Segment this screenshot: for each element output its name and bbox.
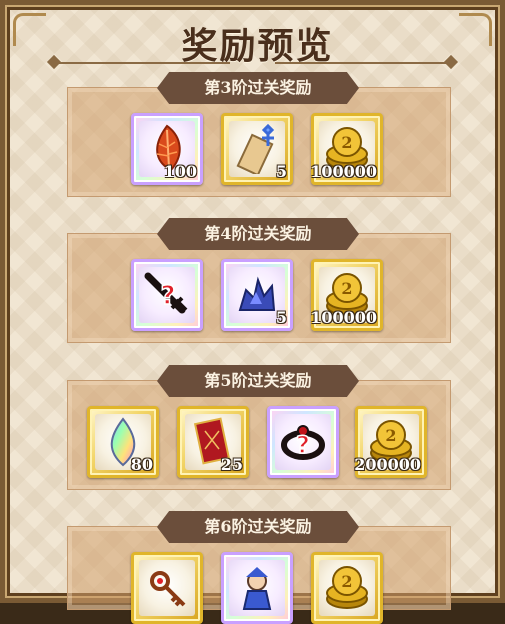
reward-item[interactable]: 100 — [131, 113, 203, 185]
mystery-sword-icon: ? — [144, 272, 188, 314]
reward-item[interactable]: 5 — [221, 113, 293, 185]
svg-text:?: ? — [296, 431, 310, 459]
scroll-ticket-icon — [236, 124, 275, 174]
reward-item[interactable]: 2 100000 — [310, 113, 383, 185]
mystery-ring-icon: ? — [281, 425, 325, 460]
item-quantity: 100000 — [310, 308, 377, 327]
reward-item[interactable]: 25 — [177, 406, 249, 478]
reward-preview-panel: 奖励预览 第3阶过关奖励 100 5 2 100000 第4阶过关奖励 ? 5 … — [0, 0, 505, 624]
section-banner-6: 第6阶过关奖励 — [157, 511, 359, 543]
reward-item[interactable] — [131, 552, 203, 624]
gold-coin-icon: 2 — [326, 566, 368, 609]
section-banner-4: 第4阶过关奖励 — [157, 218, 359, 250]
svg-text:2: 2 — [341, 133, 352, 152]
reward-item[interactable]: 2 100000 — [310, 259, 383, 331]
item-quantity: 5 — [275, 308, 287, 327]
reward-item[interactable]: 2 — [311, 552, 383, 624]
item-quantity: 100000 — [310, 162, 377, 181]
section-banner-5: 第5阶过关奖励 — [157, 365, 359, 397]
reward-item[interactable]: 80 — [87, 406, 159, 478]
title-flourish-left — [55, 62, 230, 64]
item-quantity: 80 — [130, 455, 153, 474]
item-quantity: 200000 — [354, 455, 421, 474]
reward-item[interactable]: 5 — [221, 259, 293, 331]
reward-item[interactable]: 2 200000 — [354, 406, 427, 478]
title-flourish-right — [275, 62, 450, 64]
blue-dragon-icon — [238, 276, 276, 311]
svg-text:?: ? — [160, 281, 175, 311]
section-banner-3: 第3阶过关奖励 — [157, 72, 359, 104]
item-quantity: 25 — [220, 455, 243, 474]
key-staff-icon — [150, 571, 186, 607]
reward-item[interactable]: ? — [267, 406, 339, 478]
svg-text:2: 2 — [341, 572, 352, 591]
svg-text:2: 2 — [341, 279, 352, 298]
reward-item[interactable]: ? — [131, 259, 203, 331]
reward-item[interactable] — [221, 552, 293, 624]
blue-hero-icon — [242, 567, 272, 610]
item-quantity: 100 — [163, 162, 197, 181]
item-quantity: 5 — [275, 162, 287, 181]
svg-text:2: 2 — [385, 426, 396, 445]
